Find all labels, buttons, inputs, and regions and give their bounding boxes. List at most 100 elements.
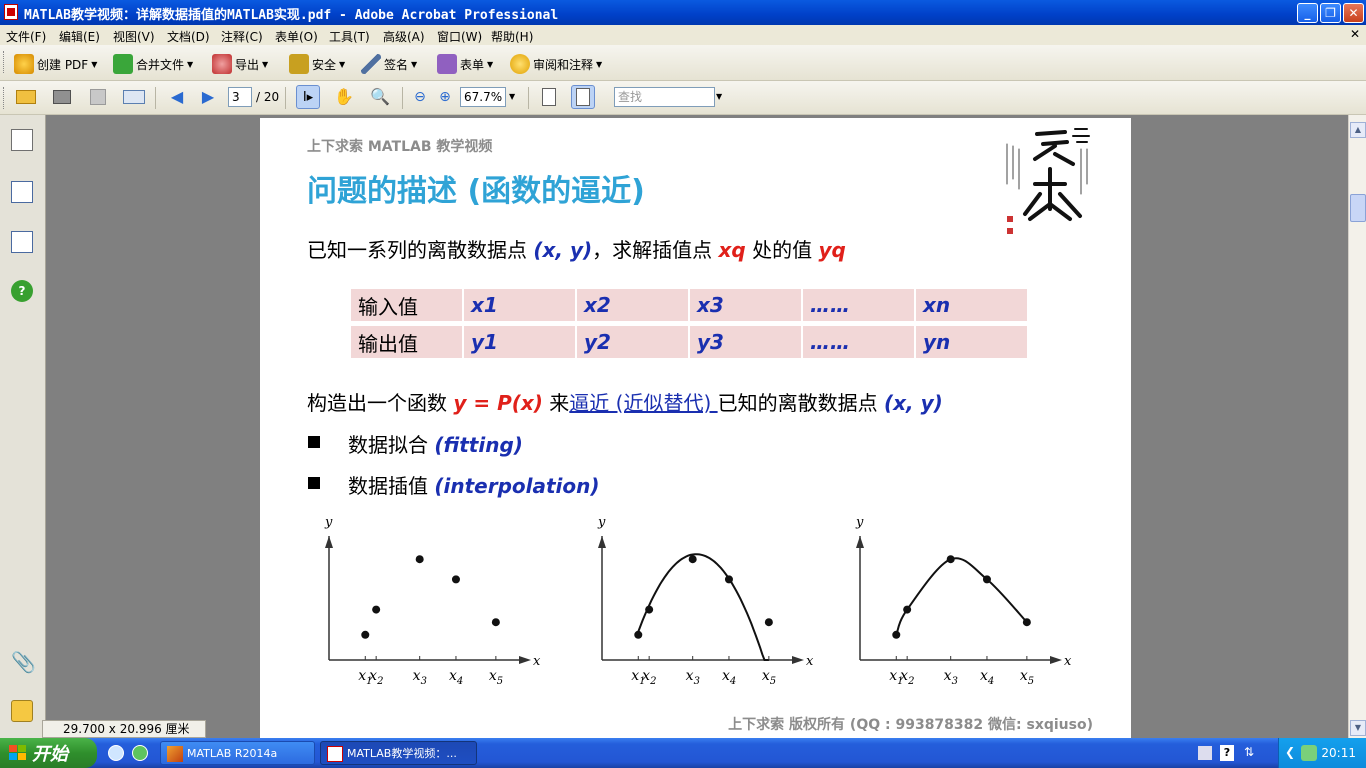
previous-page-icon[interactable]: ◀ [165, 85, 189, 109]
email-icon[interactable] [122, 85, 146, 109]
zoom-level-field[interactable]: 67.7% [460, 87, 506, 107]
calligraphy-seal [1006, 128, 1090, 234]
menu-file[interactable]: 文件(F) [6, 28, 46, 45]
x-tick-subscript: 2 [376, 676, 383, 687]
menu-bar: 文件(F) 编辑(E) 视图(V) 文档(D) 注释(C) 表单(O) 工具(T… [0, 25, 1366, 45]
toolbar-separator [528, 87, 529, 109]
create-pdf-button[interactable]: 创建 PDF ▼ [14, 53, 97, 75]
print-icon[interactable] [50, 85, 74, 109]
table-row: 输出值 y1 y2 y3 …… yn [351, 326, 1027, 358]
close-button[interactable]: ✕ [1343, 3, 1364, 23]
clock[interactable]: 20:11 [1321, 746, 1356, 760]
hand-tool-icon[interactable]: ✋ [332, 85, 356, 109]
signatures-icon[interactable] [11, 231, 33, 253]
security-button[interactable]: 安全 ▼ [289, 53, 345, 75]
approximation-link[interactable]: 逼近 (近似替代) [569, 391, 717, 415]
bullet-interpolation: 数据插值 (interpolation) [348, 474, 600, 498]
quicklaunch-icon[interactable] [132, 745, 148, 761]
tray-expand-icon[interactable]: ❮ [1285, 745, 1295, 759]
y-axis-label: y [597, 515, 606, 530]
restore-button[interactable]: ❐ [1320, 3, 1341, 23]
data-point [946, 555, 955, 564]
x-tick-subscript: 2 [649, 676, 656, 687]
data-point [451, 575, 460, 584]
fit-page-icon[interactable] [571, 85, 595, 109]
zoom-out-icon[interactable]: ⊖ [408, 85, 432, 109]
find-dropdown-icon[interactable]: ▼ [716, 92, 722, 101]
table-cell: x3 [690, 289, 801, 321]
scroll-down-icon[interactable]: ▼ [1350, 720, 1366, 736]
interpolation-curve [895, 557, 1028, 636]
open-folder-icon[interactable] [14, 85, 38, 109]
menu-advanced[interactable]: 高级(A) [383, 28, 425, 45]
fit-width-icon[interactable] [537, 85, 561, 109]
plot-interpolation: xyx1x2 x3 x4 x5 [855, 515, 1072, 687]
help-icon[interactable]: ? [11, 280, 33, 302]
navigation-panel: ? 📎 [0, 115, 46, 738]
zoom-tool-icon[interactable]: 🔍 [368, 85, 392, 109]
menu-window[interactable]: 窗口(W) [437, 28, 482, 45]
attachments-icon[interactable]: 📎 [11, 650, 36, 674]
system-tray: ❮ 20:11 [1278, 738, 1366, 768]
tasks-toolbar: 创建 PDF ▼ 合并文件 ▼ 导出 ▼ 安全 ▼ 签名 ▼ 表单 ▼ 审阅和注释 ▼ [0, 45, 1366, 81]
bullet-icon [308, 477, 320, 489]
scroll-thumb[interactable] [1350, 194, 1366, 222]
forms-icon [437, 54, 457, 74]
y-axis-arrow [856, 536, 864, 548]
y-axis-arrow [598, 536, 606, 548]
zoom-in-icon[interactable]: ⊕ [433, 85, 457, 109]
find-input[interactable]: 查找 [614, 87, 715, 107]
review-comment-button[interactable]: 审阅和注释 ▼ [510, 53, 602, 75]
bookmarks-icon[interactable] [11, 181, 33, 203]
comments-icon[interactable] [11, 700, 33, 722]
vertical-scrollbar[interactable]: ▲ ▼ [1348, 115, 1366, 738]
matlab-icon [167, 746, 183, 762]
menu-edit[interactable]: 编辑(E) [59, 28, 100, 45]
document-viewport[interactable]: 上下求索 MATLAB 教学视频 问题的描述 (函数的逼近) 已知一系列的离散数… [46, 115, 1348, 738]
x-tick-label: x4 [980, 668, 994, 687]
page-number-input[interactable]: 3 [228, 87, 252, 107]
x-axis-label: x [806, 654, 814, 669]
next-page-icon[interactable]: ▶ [196, 85, 220, 109]
table-cell: y1 [464, 326, 575, 358]
forms-button[interactable]: 表单 ▼ [437, 53, 493, 75]
export-button[interactable]: 导出 ▼ [212, 53, 268, 75]
toolbar-grip[interactable] [3, 51, 6, 73]
data-point [1022, 618, 1031, 627]
transfer-tray-icon[interactable]: ⇅ [1244, 745, 1258, 761]
toolbar-separator [155, 87, 156, 109]
toolbar-grip[interactable] [3, 87, 6, 109]
pages-icon[interactable] [11, 129, 33, 151]
task-matlab[interactable]: MATLAB R2014a [160, 741, 315, 765]
y-axis-arrow [325, 536, 333, 548]
data-point [764, 618, 773, 627]
merge-files-button[interactable]: 合并文件 ▼ [113, 53, 193, 75]
save-icon[interactable] [86, 85, 110, 109]
minimize-button[interactable]: _ [1297, 3, 1318, 23]
task-acrobat[interactable]: MATLAB教学视频：... [320, 741, 477, 765]
table-cell: 输入值 [351, 289, 462, 321]
x-tick-subscript: 2 [907, 676, 914, 687]
approximation-statement: 构造出一个函数 y = P(x) 来逼近 (近似替代) 已知的离散数据点 (x,… [307, 391, 943, 415]
sign-button[interactable]: 签名 ▼ [361, 53, 417, 75]
menu-view[interactable]: 视图(V) [113, 28, 155, 45]
zoom-dropdown-icon[interactable]: ▼ [509, 92, 515, 101]
network-icon[interactable] [1301, 745, 1317, 761]
plot-scatter: xyx1x2 x3 x4 x5 [324, 515, 541, 687]
menu-tools[interactable]: 工具(T) [329, 28, 370, 45]
data-point [372, 605, 381, 614]
menu-forms[interactable]: 表单(O) [275, 28, 318, 45]
help-tray-icon[interactable]: ? [1220, 745, 1234, 761]
x-axis-arrow [1050, 656, 1062, 664]
menu-help[interactable]: 帮助(H) [491, 28, 533, 45]
keyboard-icon[interactable] [1198, 746, 1212, 760]
ie-icon[interactable] [108, 745, 124, 761]
scroll-up-icon[interactable]: ▲ [1350, 122, 1366, 138]
doc-close-icon[interactable]: ✕ [1350, 27, 1360, 41]
start-button[interactable]: 开始 [0, 738, 97, 768]
menu-comments[interactable]: 注释(C) [221, 28, 263, 45]
menu-document[interactable]: 文档(D) [167, 28, 210, 45]
pen-icon [361, 54, 381, 74]
page-total: / 20 [256, 90, 280, 104]
select-tool-icon[interactable]: I▸ [296, 85, 320, 109]
